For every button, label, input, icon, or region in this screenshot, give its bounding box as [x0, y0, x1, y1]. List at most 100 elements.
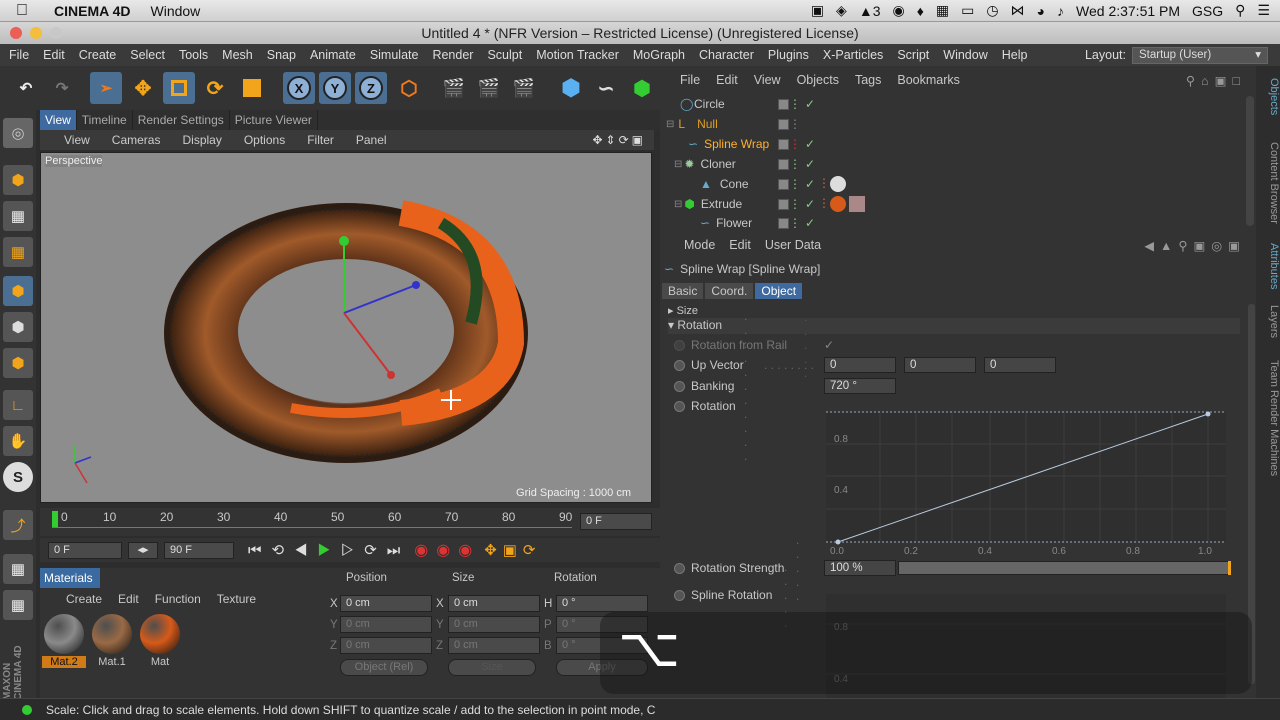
slider-handle[interactable]: [1228, 561, 1231, 575]
obj-menu-bookmarks[interactable]: Bookmarks: [889, 73, 968, 87]
axis-mode-icon[interactable]: ∟: [3, 390, 33, 420]
obj-manager-nav-icons[interactable]: ⚲⌂▣□: [1186, 73, 1256, 88]
airplay-icon[interactable]: ▭: [961, 2, 974, 19]
anim-radio[interactable]: [674, 380, 685, 392]
material-swatch[interactable]: Mat: [138, 612, 182, 672]
tab-view[interactable]: View: [40, 110, 77, 130]
mat-menu-edit[interactable]: Edit: [118, 592, 139, 606]
adobe-icon[interactable]: ▲3: [859, 3, 881, 19]
snap-icon[interactable]: ⤴: [3, 510, 33, 540]
banking-field[interactable]: 720 °: [824, 378, 896, 394]
visibility-toggles[interactable]: ⋮✓: [778, 157, 819, 171]
edges-mode-icon[interactable]: ⬢: [3, 312, 33, 342]
points-mode-icon[interactable]: ⬢: [3, 276, 33, 306]
x-axis-button[interactable]: X: [283, 72, 315, 104]
material-swatch[interactable]: Mat.1: [90, 612, 134, 672]
section-size[interactable]: ▸ Size: [668, 304, 1240, 316]
workplane-mode-icon[interactable]: ▦: [3, 237, 33, 267]
menu-render[interactable]: Render: [425, 48, 480, 62]
material-swatch[interactable]: Mat.2: [42, 612, 86, 672]
menu-tools[interactable]: Tools: [172, 48, 215, 62]
object-row-null[interactable]: ⊟ L Null ⋮: [660, 114, 1250, 134]
bluetooth-icon[interactable]: ⋈: [1011, 2, 1025, 19]
obj-menu-edit[interactable]: Edit: [708, 73, 746, 87]
notification-icon[interactable]: ☰: [1257, 2, 1270, 19]
menu-help[interactable]: Help: [995, 48, 1035, 62]
perspective-viewport[interactable]: Perspective Grid Spacing: 1000 cm: [40, 152, 652, 503]
collapse-icon[interactable]: ⊟: [660, 119, 674, 130]
model-mode-icon[interactable]: ⬢: [3, 165, 33, 195]
side-tab-objects[interactable]: Objects: [1258, 72, 1280, 122]
attr-nav-icons[interactable]: ◀▲⚲▣◎▣: [1144, 238, 1256, 253]
user-name[interactable]: GSG: [1192, 3, 1223, 19]
workplane-icon[interactable]: ▦: [3, 554, 33, 584]
rotation-from-rail-checkbox[interactable]: ✓: [824, 338, 834, 352]
menu-select[interactable]: Select: [123, 48, 172, 62]
vmenu-cameras[interactable]: Cameras: [101, 133, 172, 147]
spotlight-icon[interactable]: ⚲: [1235, 2, 1245, 19]
scale-tool-icon[interactable]: [163, 72, 195, 104]
menu-create[interactable]: Create: [72, 48, 124, 62]
zoom-button[interactable]: [50, 27, 62, 39]
window-menu[interactable]: Window: [141, 3, 211, 19]
z-axis-button[interactable]: Z: [355, 72, 387, 104]
texture-mode-icon[interactable]: ▦: [3, 201, 33, 231]
flame-icon[interactable]: ♦: [917, 3, 924, 19]
collapse-icon[interactable]: ⊟: [660, 159, 682, 170]
object-row-cloner[interactable]: ⊟ ✹ Cloner ⋮✓: [660, 154, 1250, 174]
visibility-toggles[interactable]: ⋮: [778, 117, 805, 131]
render-settings-icon[interactable]: 🎬: [508, 72, 540, 104]
keyframe-mode-icons[interactable]: ✥▣⟳: [484, 541, 541, 559]
anim-radio[interactable]: [674, 400, 685, 412]
y-axis-button[interactable]: Y: [319, 72, 351, 104]
polygons-mode-icon[interactable]: ⬢: [3, 348, 33, 378]
tweak-mode-icon[interactable]: ✋: [3, 426, 33, 456]
menu-motion-tracker[interactable]: Motion Tracker: [529, 48, 626, 62]
start-frame-field[interactable]: 0 F: [48, 541, 122, 559]
size-y-field[interactable]: 0 cm: [448, 616, 540, 633]
render-picture-viewer-icon[interactable]: 🎬: [473, 72, 505, 104]
timeline-ruler[interactable]: 0 10 20 30 40 50 60 70 80 90 0 F: [40, 508, 660, 536]
pos-z-field[interactable]: 0 cm: [340, 637, 432, 654]
dropbox-icon[interactable]: ◈: [836, 2, 847, 19]
anim-radio[interactable]: [674, 562, 685, 574]
close-button[interactable]: [10, 27, 22, 39]
playhead[interactable]: [52, 511, 58, 527]
tag-icons[interactable]: ⋮: [818, 196, 865, 212]
obj-menu-file[interactable]: File: [672, 73, 708, 87]
menu-sculpt[interactable]: Sculpt: [480, 48, 529, 62]
attr-menu-user-data[interactable]: User Data: [765, 238, 821, 252]
redo-icon[interactable]: ↷: [46, 72, 78, 104]
apple-icon[interactable]: : [0, 2, 44, 20]
vmenu-display[interactable]: Display: [171, 133, 232, 147]
rot-h-field[interactable]: 0 °: [556, 595, 648, 612]
attr-menu-edit[interactable]: Edit: [729, 238, 751, 252]
visibility-toggles[interactable]: ⋮✓: [778, 197, 819, 211]
menu-mograph[interactable]: MoGraph: [626, 48, 692, 62]
size-z-field[interactable]: 0 cm: [448, 637, 540, 654]
menu-script[interactable]: Script: [890, 48, 936, 62]
mat-menu-create[interactable]: Create: [66, 592, 102, 606]
layout-select[interactable]: Startup (User) ▾: [1132, 46, 1268, 64]
select-tool-icon[interactable]: ➢: [90, 72, 122, 104]
vmenu-filter[interactable]: Filter: [296, 133, 345, 147]
anim-radio[interactable]: [674, 339, 685, 351]
vmenu-view[interactable]: View: [40, 133, 101, 147]
undo-icon[interactable]: ↶: [10, 72, 42, 104]
clock[interactable]: Wed 2:37:51 PM: [1076, 3, 1180, 19]
up-vector-x-field[interactable]: 0: [824, 357, 896, 373]
sync-icon[interactable]: ◉: [892, 2, 904, 19]
object-scrollbar[interactable]: [1246, 96, 1254, 226]
visibility-toggles[interactable]: ⋮✓: [778, 177, 819, 191]
visibility-toggles[interactable]: ⋮✓: [778, 216, 819, 230]
rotation-spline-graph[interactable]: 0.8 0.4 0.0 0.2 0.4 0.6 0.8 1.0: [820, 404, 1236, 554]
tag-icons[interactable]: ⋮: [818, 176, 846, 192]
tab-timeline[interactable]: Timeline: [77, 110, 133, 130]
volume-icon[interactable]: ♪: [1057, 3, 1064, 19]
coordinate-system-icon[interactable]: ⬡: [393, 72, 425, 104]
menu-mesh[interactable]: Mesh: [215, 48, 260, 62]
collapse-icon[interactable]: ⊟: [660, 199, 682, 210]
up-vector-y-field[interactable]: 0: [904, 357, 976, 373]
move-tool-icon[interactable]: ✥: [127, 72, 159, 104]
menu-character[interactable]: Character: [692, 48, 761, 62]
